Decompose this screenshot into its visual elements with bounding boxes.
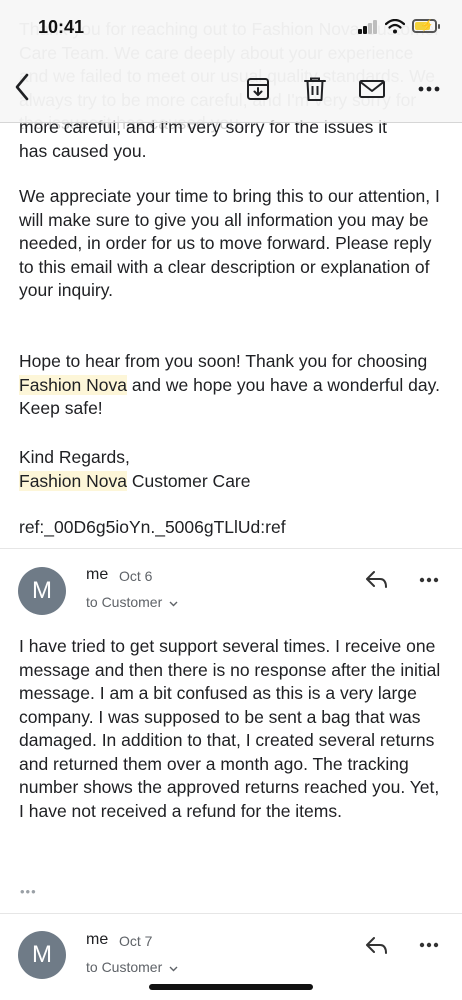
reply-icon[interactable] (365, 936, 389, 956)
recipient-toggle[interactable]: to Customer (86, 959, 178, 975)
message-text-continued: more careful, and I'm very sorry for the… (19, 116, 444, 163)
reference-id: ref:_00D6g5ioYn._5006gTLlUd:ref (19, 517, 286, 537)
message-divider (0, 913, 462, 914)
more-icon[interactable] (419, 577, 439, 583)
signature-line: Fashion Nova Customer Care (19, 470, 444, 494)
chevron-down-icon (169, 966, 178, 972)
message-date: Oct 6 (119, 568, 153, 584)
trash-icon[interactable] (303, 76, 327, 102)
signature: Kind Regards, Fashion Nova Customer Care (19, 446, 444, 493)
recipient-text: to Customer (86, 594, 163, 610)
signature-text: Customer Care (126, 470, 251, 491)
archive-icon[interactable] (245, 76, 271, 102)
paragraph-text: Hope to hear from you soon! Thank you fo… (19, 351, 428, 371)
mail-icon[interactable] (358, 79, 386, 99)
recipient-toggle[interactable]: to Customer (86, 594, 178, 610)
top-app-bar: 10:41 ⚡ (0, 0, 462, 123)
sender-name: me (86, 931, 109, 948)
reply-icon[interactable] (365, 570, 389, 590)
message-body: I have tried to get support several time… (19, 636, 441, 821)
message-date: Oct 7 (119, 933, 153, 949)
recipient-text: to Customer (86, 959, 163, 975)
show-quoted-text[interactable]: ••• (20, 884, 37, 899)
more-icon[interactable] (418, 86, 440, 92)
home-indicator[interactable] (149, 984, 313, 990)
wifi-icon (385, 19, 405, 34)
status-bar: 10:41 ⚡ (0, 0, 462, 44)
battery-charging-icon: ⚡ (412, 19, 440, 33)
regards-text: Kind Regards, (19, 447, 130, 467)
cellular-signal-icon (358, 20, 378, 34)
message-paragraph: Hope to hear from you soon! Thank you fo… (19, 350, 444, 421)
more-icon[interactable] (419, 942, 439, 948)
clock: 10:41 (38, 17, 85, 37)
sender-name: me (86, 566, 109, 583)
message-line: has caused you. (19, 140, 147, 161)
brand-highlight: Fashion Nova (19, 374, 127, 395)
avatar[interactable]: M (18, 931, 66, 979)
message-divider (0, 548, 462, 549)
message-paragraph: We appreciate your time to bring this to… (19, 186, 440, 300)
avatar[interactable]: M (18, 567, 66, 615)
brand-highlight: Fashion Nova (19, 470, 127, 491)
back-icon[interactable] (14, 72, 30, 102)
chevron-down-icon (169, 601, 178, 607)
